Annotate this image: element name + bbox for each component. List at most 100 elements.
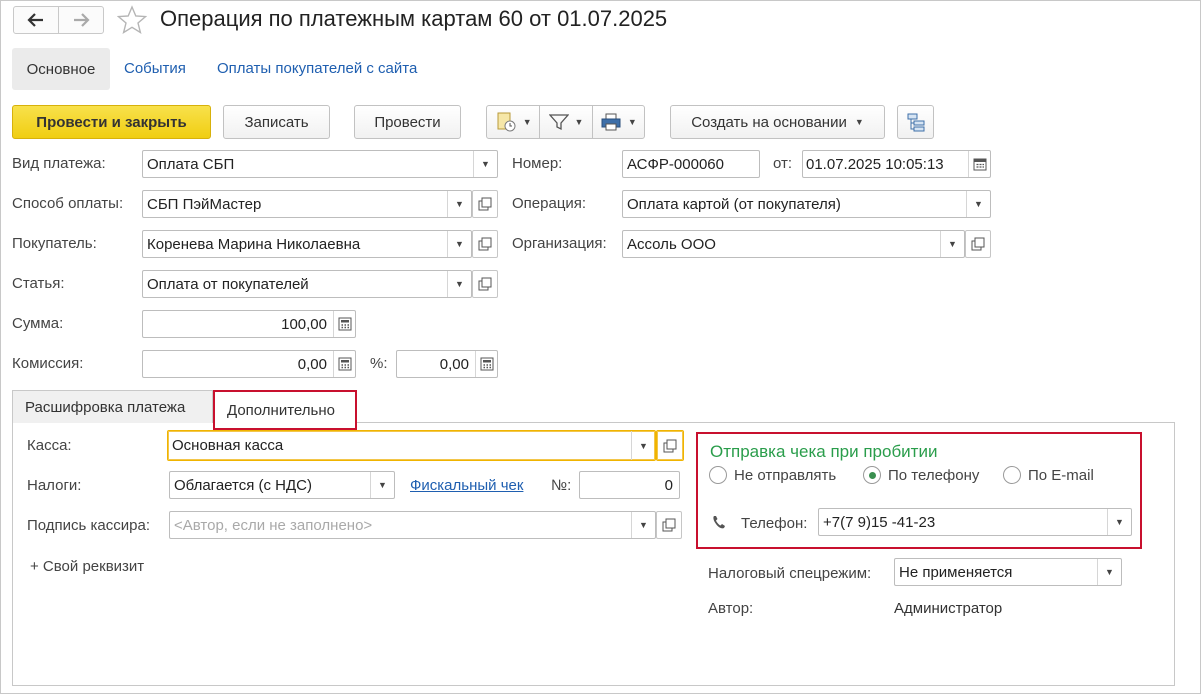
tab-site-payments[interactable]: Оплаты покупателей с сайта (217, 60, 417, 78)
fiscal-receipt-link[interactable]: Фискальный чек (410, 477, 523, 494)
open-cashier-signature-button[interactable] (656, 511, 682, 539)
tax-regime-value: Не применяется (899, 563, 1013, 581)
open-icon (663, 439, 677, 452)
tab-payment-breakdown[interactable]: Расшифровка платежа (12, 390, 213, 423)
dropdown-arrow-icon[interactable]: ▼ (631, 431, 655, 460)
dropdown-arrow-icon[interactable]: ▼ (370, 472, 394, 498)
dropdown-arrow-icon[interactable]: ▼ (1097, 559, 1121, 585)
calculator-icon[interactable] (333, 351, 355, 377)
percent-field[interactable]: 0,00 (396, 350, 498, 378)
buyer-field[interactable]: Коренева Марина Николаевна ▼ (142, 230, 472, 258)
calculator-icon[interactable] (475, 351, 497, 377)
dropdown-arrow-icon[interactable]: ▼ (940, 231, 964, 257)
chevron-down-icon: ▼ (522, 117, 532, 127)
chevron-down-icon: ▼ (574, 117, 584, 127)
commission-label: Комиссия: (12, 355, 84, 372)
print-button[interactable]: ▼ (591, 106, 644, 138)
printer-icon (601, 113, 621, 131)
save-button[interactable]: Записать (223, 105, 330, 139)
radio-by-email[interactable]: По E-mail (1003, 466, 1094, 484)
chevron-down-icon: ▼ (854, 117, 864, 127)
article-value: Оплата от покупателей (147, 275, 309, 293)
date-value: 01.07.2025 10:05:13 (806, 155, 944, 173)
phone-icon (713, 516, 725, 529)
dropdown-arrow-icon[interactable]: ▼ (473, 151, 497, 177)
radio-circle-icon (709, 466, 727, 484)
funnel-icon (548, 114, 569, 131)
dropdown-arrow-icon[interactable]: ▼ (966, 191, 990, 217)
radio-by-phone[interactable]: По телефону (863, 466, 979, 484)
date-label: от: (773, 155, 793, 172)
open-icon (478, 237, 492, 251)
payment-type-label: Вид платежа: (12, 155, 106, 172)
open-payment-method-button[interactable] (472, 190, 498, 218)
radio-label: По телефону (888, 466, 980, 484)
open-article-button[interactable] (472, 270, 498, 298)
open-cashbox-button[interactable] (656, 430, 684, 461)
phone-value: +7(7 9)15 -41-23 (823, 513, 936, 531)
tab-additional[interactable]: Дополнительно (213, 390, 357, 430)
cashbox-field[interactable]: Основная касса ▼ (167, 430, 656, 461)
cashier-signature-label: Подпись кассира: (27, 517, 150, 534)
open-buyer-button[interactable] (472, 230, 498, 258)
cashbox-label: Касса: (27, 437, 72, 454)
forward-button[interactable] (58, 7, 103, 33)
dropdown-arrow-icon[interactable]: ▼ (631, 512, 655, 538)
author-label: Автор: (708, 600, 754, 617)
receipt-number-value: 0 (664, 476, 673, 494)
page-title: Операция по платежным картам 60 от 01.07… (160, 6, 668, 31)
post-button[interactable]: Провести (354, 105, 461, 139)
receipt-sending-group: Отправка чека при пробитии Не отправлять… (696, 432, 1142, 549)
document-clock-icon (497, 112, 516, 132)
chevron-down-icon: ▼ (627, 117, 637, 127)
create-based-on-button[interactable]: Создать на основании ▼ (670, 105, 885, 139)
open-icon (478, 277, 492, 291)
post-and-close-button[interactable]: Провести и закрыть (12, 105, 211, 139)
payment-method-value: СБП ПэйМастер (147, 195, 262, 213)
amount-value: 100,00 (281, 315, 327, 333)
payment-method-field[interactable]: СБП ПэйМастер ▼ (142, 190, 472, 218)
dropdown-arrow-icon[interactable]: ▼ (1107, 509, 1131, 535)
dropdown-arrow-icon[interactable]: ▼ (447, 271, 471, 297)
favorite-star-icon[interactable] (116, 5, 148, 39)
dropdown-arrow-icon[interactable]: ▼ (447, 231, 471, 257)
radio-do-not-send[interactable]: Не отправлять (709, 466, 836, 484)
percent-value: 0,00 (439, 355, 469, 373)
commission-field[interactable]: 0,00 (142, 350, 356, 378)
radio-label: Не отправлять (734, 466, 837, 484)
phone-field[interactable]: +7(7 9)15 -41-23 ▼ (818, 508, 1132, 536)
open-icon (478, 197, 492, 211)
calculator-icon[interactable] (333, 311, 355, 337)
cashier-signature-field[interactable]: <Автор, если не заполнено> ▼ (169, 511, 656, 539)
payment-type-field[interactable]: Оплата СБП ▼ (142, 150, 498, 178)
receipt-group-title: Отправка чека при пробитии (710, 442, 938, 461)
calendar-icon[interactable] (968, 151, 990, 177)
tab-main[interactable]: Основное (12, 48, 110, 90)
structure-of-subordination-button[interactable] (897, 105, 934, 139)
taxes-label: Налоги: (27, 477, 82, 494)
buyer-value: Коренева Марина Николаевна (147, 235, 361, 253)
amount-field[interactable]: 100,00 (142, 310, 356, 338)
number-field[interactable]: АСФР-000060 (622, 150, 760, 178)
article-field[interactable]: Оплата от покупателей ▼ (142, 270, 472, 298)
tab-events[interactable]: События (124, 60, 186, 78)
taxes-field[interactable]: Облагается (с НДС) ▼ (169, 471, 395, 499)
add-custom-attribute-link[interactable]: + Свой реквизит (30, 558, 144, 575)
back-button[interactable] (14, 7, 58, 33)
arrow-left-icon (27, 13, 43, 27)
number-label: Номер: (512, 155, 563, 172)
date-field[interactable]: 01.07.2025 10:05:13 (802, 150, 991, 178)
dropdown-arrow-icon[interactable]: ▼ (447, 191, 471, 217)
document-report-button[interactable]: ▼ (487, 106, 539, 138)
payment-type-value: Оплата СБП (147, 155, 235, 173)
organization-field[interactable]: Ассоль ООО ▼ (622, 230, 965, 258)
operation-field[interactable]: Оплата картой (от покупателя) ▼ (622, 190, 991, 218)
buyer-label: Покупатель: (12, 235, 97, 252)
structure-button[interactable]: ▼ (539, 106, 591, 138)
radio-circle-icon (1003, 466, 1021, 484)
radio-label: По E-mail (1028, 466, 1094, 484)
receipt-number-field[interactable]: 0 (579, 471, 680, 499)
cashier-signature-placeholder: <Автор, если не заполнено> (174, 516, 373, 534)
open-organization-button[interactable] (965, 230, 991, 258)
tax-regime-field[interactable]: Не применяется ▼ (894, 558, 1122, 586)
